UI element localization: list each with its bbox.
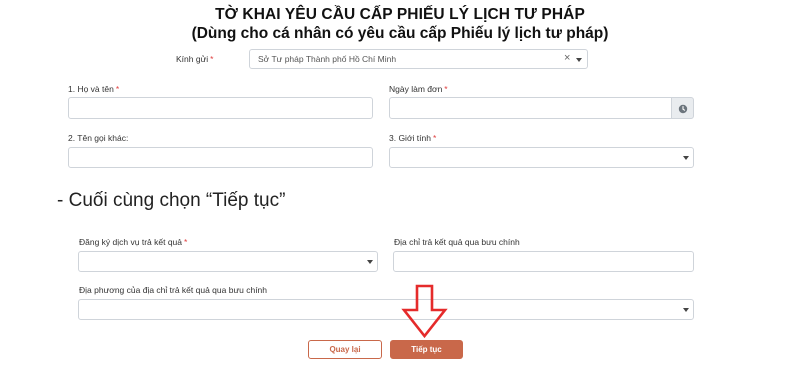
gioi-tinh-label: 3. Giới tính *	[389, 133, 437, 143]
dia-chi-input[interactable]	[393, 251, 694, 272]
back-button[interactable]: Quay lại	[308, 340, 382, 359]
clear-icon[interactable]: ×	[564, 52, 570, 64]
dang-ky-select[interactable]	[78, 251, 378, 272]
page-title: TỜ KHAI YÊU CẦU CẤP PHIẾU LÝ LỊCH TƯ PHÁ…	[215, 6, 585, 23]
caret-down-icon	[576, 58, 582, 62]
page-subtitle: (Dùng cho cá nhân có yêu cầu cấp Phiếu l…	[191, 25, 609, 42]
gioi-tinh-select[interactable]	[389, 147, 694, 168]
caret-down-icon	[683, 308, 689, 312]
dia-phuong-select[interactable]	[78, 299, 694, 320]
instruction-text: - Cuối cùng chọn “Tiếp tục”	[57, 190, 286, 211]
dang-ky-label: Đăng ký dịch vụ trả kết quả *	[79, 237, 188, 247]
ngay-lam-don-input[interactable]	[389, 97, 672, 119]
clock-icon	[678, 104, 688, 114]
ten-goi-khac-input[interactable]	[68, 147, 373, 168]
ngay-lam-don-label: Ngày làm đơn *	[389, 84, 448, 94]
caret-down-icon	[367, 260, 373, 264]
kinh-gui-label: Kính gửi *	[176, 54, 214, 64]
ten-goi-khac-label: 2. Tên gọi khác:	[68, 133, 129, 143]
date-picker-button[interactable]	[671, 97, 694, 119]
dia-chi-label: Địa chỉ trả kết quả qua bưu chính	[394, 237, 520, 247]
continue-button[interactable]: Tiếp tục	[390, 340, 463, 359]
ho-ten-label: 1. Họ và tên *	[68, 84, 120, 94]
arrow-down-outline-icon	[401, 284, 448, 339]
dia-phuong-label: Địa phương của địa chỉ trả kết quả qua b…	[79, 285, 268, 295]
kinh-gui-value: Sở Tư pháp Thành phố Hồ Chí Minh	[258, 54, 397, 64]
ho-ten-input[interactable]	[68, 97, 373, 119]
caret-down-icon	[683, 156, 689, 160]
kinh-gui-select[interactable]: Sở Tư pháp Thành phố Hồ Chí Minh ×	[249, 49, 588, 69]
